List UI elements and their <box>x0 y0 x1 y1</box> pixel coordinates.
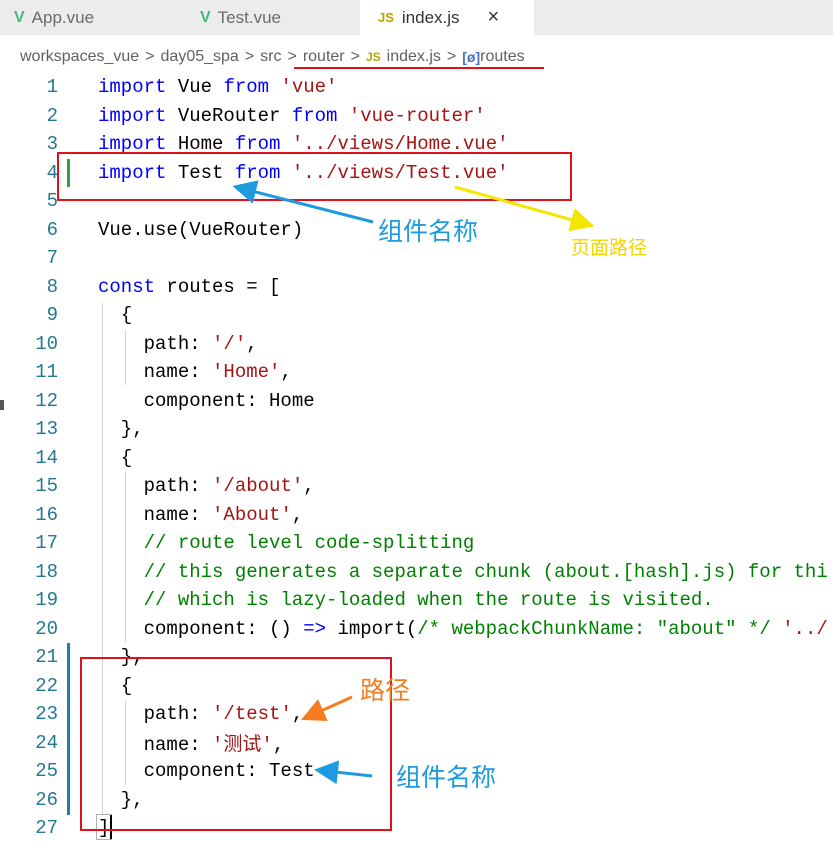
annotation-path: 路径 <box>360 677 411 705</box>
annotation-component-name-bottom: 组件名称 <box>396 764 497 792</box>
annotation-page-path: 页面路径 <box>571 238 648 259</box>
annotation-component-name: 组件名称 <box>378 218 479 246</box>
left-edge-mark <box>0 400 4 410</box>
annotation-arrows <box>232 180 595 785</box>
arrow-component-name-top <box>232 180 374 224</box>
arrow-path <box>301 695 353 722</box>
arrow-component-name-bottom <box>314 760 373 785</box>
